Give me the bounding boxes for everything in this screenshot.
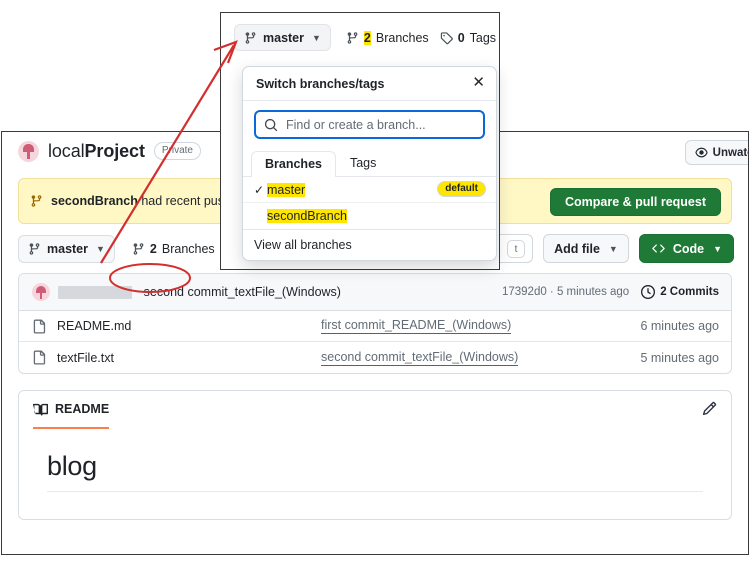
commit-meta: 17392d0 · 5 minutes ago 2 Commits <box>502 285 719 299</box>
branch-search-wrap: Find or create a branch... <box>243 101 496 147</box>
branch-icon <box>28 242 41 256</box>
code-label: Code <box>672 241 705 256</box>
popup-toolbar: master ▼ 2 Branches 0 Tags <box>221 13 499 62</box>
chevron-down-icon: ▼ <box>96 244 105 254</box>
switch-branches-popup: master ▼ 2 Branches 0 Tags Switch branch… <box>220 12 500 270</box>
book-icon <box>33 402 48 417</box>
commit-author-redacted <box>58 285 132 299</box>
tab-branches[interactable]: Branches <box>251 151 336 177</box>
repo-owner-prefix: local <box>48 140 85 161</box>
branch-search-input[interactable]: Find or create a branch... <box>254 110 485 139</box>
tags-label: Tags <box>469 30 497 45</box>
file-commit-time: 5 minutes ago <box>640 350 719 365</box>
file-list-table: · second commit_textFile_(Windows) 17392… <box>18 273 732 374</box>
tags-count-link[interactable]: 0 Tags <box>440 31 496 45</box>
compare-pull-request-button[interactable]: Compare & pull request <box>550 188 721 216</box>
eye-icon <box>695 146 708 159</box>
chevron-down-icon: ▼ <box>713 243 722 254</box>
tags-count: 0 <box>457 30 465 45</box>
check-icon: ✓ <box>254 182 265 197</box>
branch-icon <box>30 194 43 208</box>
readme-heading: blog <box>47 451 703 492</box>
notice-branch-name[interactable]: secondBranch <box>51 194 138 208</box>
branch-search-placeholder: Find or create a branch... <box>286 117 426 132</box>
branch-menu-title: Switch branches/tags <box>256 76 385 91</box>
file-commit-message[interactable]: second commit_textFile_(Windows) <box>321 350 519 366</box>
tab-tags[interactable]: Tags <box>336 150 390 176</box>
latest-commit-message[interactable]: second commit_textFile_(Windows) <box>144 285 341 299</box>
readme-body: blog <box>19 429 731 492</box>
view-all-branches-link[interactable]: View all branches <box>243 229 496 260</box>
file-commit-message[interactable]: first commit_README_(Windows) <box>321 318 512 334</box>
chevron-down-icon: ▼ <box>312 32 321 43</box>
branches-label: Branches <box>161 242 215 256</box>
notice-text: secondBranch had recent pushes <box>51 194 244 208</box>
branches-count-link[interactable]: 2 Branches <box>132 242 215 256</box>
table-row[interactable]: README.md first commit_README_(Windows) … <box>19 311 731 342</box>
branch-item-label: secondBranch <box>267 209 347 223</box>
separator: · <box>136 286 140 298</box>
code-brackets-icon <box>651 242 666 255</box>
branch-selector-button[interactable]: master ▼ <box>18 235 115 263</box>
current-branch-label: master <box>47 242 88 256</box>
file-icon <box>32 319 46 334</box>
commits-count-link[interactable]: 2 Commits <box>641 285 719 299</box>
close-icon[interactable]: ✕ <box>472 75 485 90</box>
code-button[interactable]: Code ▼ <box>638 234 734 263</box>
unwatch-label: Unwatch <box>712 146 748 159</box>
add-file-button[interactable]: Add file ▼ <box>543 234 629 263</box>
file-commit-time: 6 minutes ago <box>640 319 719 333</box>
commits-count-label: 2 Commits <box>660 286 719 298</box>
branch-dropdown-menu: Switch branches/tags ✕ Find or create a … <box>242 66 497 261</box>
branches-count-link[interactable]: 2 Branches <box>346 30 429 45</box>
list-item[interactable]: ✓ master default <box>243 177 496 203</box>
branch-item-label: master <box>267 182 306 197</box>
page-title[interactable]: localProject <box>48 141 145 162</box>
avatar <box>32 283 50 301</box>
branches-label: Branches <box>375 30 429 45</box>
tag-icon <box>440 31 453 45</box>
branch-selector-button[interactable]: master ▼ <box>234 24 331 51</box>
branches-count: 2 <box>363 30 371 45</box>
history-clock-icon <box>641 285 656 299</box>
branch-menu-tabs: Branches Tags <box>243 147 496 177</box>
visibility-badge: Private <box>153 142 201 160</box>
branches-count: 2 <box>149 242 157 256</box>
default-badge: default <box>437 181 486 197</box>
file-name[interactable]: README.md <box>57 319 131 333</box>
tab-readme[interactable]: README <box>33 392 110 429</box>
table-row[interactable]: textFile.txt second commit_textFile_(Win… <box>19 342 731 373</box>
repo-name-text: Project <box>84 140 145 161</box>
search-icon <box>264 118 278 132</box>
unwatch-button[interactable]: Unwatch 1 <box>684 140 748 165</box>
latest-commit-row: · second commit_textFile_(Windows) 17392… <box>19 274 731 311</box>
repo-owner-avatar <box>18 140 39 162</box>
readme-header: README <box>19 391 731 429</box>
repo-header-actions: Unwatch 1 <box>684 140 748 165</box>
branch-icon <box>132 242 145 256</box>
branch-icon <box>244 31 257 45</box>
branch-menu-header: Switch branches/tags ✕ <box>243 67 496 101</box>
add-file-label: Add file <box>554 241 600 256</box>
commit-sha-and-time[interactable]: 17392d0 · 5 minutes ago <box>502 286 629 298</box>
readme-card: README blog <box>18 390 732 520</box>
edit-pencil-icon[interactable] <box>702 401 717 421</box>
screenshot-root: localProject Private Unwatch 1 secondBra… <box>0 0 750 584</box>
file-name[interactable]: textFile.txt <box>57 351 114 365</box>
keyboard-shortcut-badge: t <box>507 240 526 258</box>
popup-current-branch-label: master <box>263 30 304 45</box>
branch-icon <box>346 31 359 45</box>
file-icon <box>32 350 46 365</box>
list-item[interactable]: secondBranch <box>243 203 496 229</box>
readme-tab-label: README <box>55 402 110 416</box>
chevron-down-icon: ▼ <box>608 243 618 254</box>
